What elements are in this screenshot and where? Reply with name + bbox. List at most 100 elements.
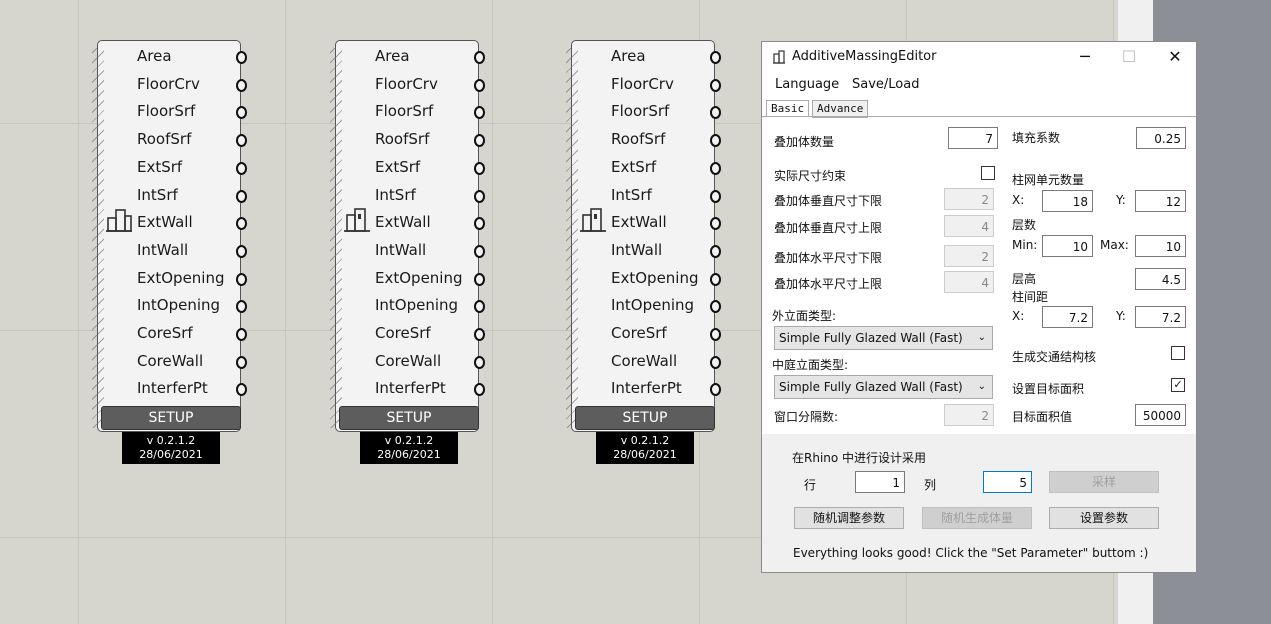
massing-component[interactable]: Area FloorCrv FloorSrf RoofSrf ExtSrf IntSrf E… <box>330 40 485 466</box>
title-bar[interactable]: AdditiveMassingEditor ─ ☐ ✕ <box>762 42 1196 72</box>
maximize-button[interactable]: ☐ <box>1106 42 1152 72</box>
core-label: 生成交通结构核 <box>1012 350 1097 364</box>
building-icon <box>579 206 607 234</box>
output-grip[interactable] <box>474 355 485 369</box>
output-grip[interactable] <box>474 217 485 231</box>
output-grip[interactable] <box>236 383 247 397</box>
setup-button[interactable]: SETUP <box>339 406 479 430</box>
output-grip[interactable] <box>236 51 247 64</box>
row-input[interactable]: 1 <box>855 471 905 493</box>
output-label: ExtOpening <box>137 268 225 287</box>
core-checkbox[interactable] <box>1171 346 1185 360</box>
output-grip[interactable] <box>236 134 247 148</box>
output-grip[interactable] <box>236 244 247 258</box>
fill-factor-input[interactable]: 0.25 <box>1136 127 1186 149</box>
output-grip[interactable] <box>474 328 485 341</box>
output-grip[interactable] <box>236 189 247 203</box>
floor-height-label: 层高 <box>1012 272 1037 286</box>
random-adjust-button[interactable]: 随机调整参数 <box>794 507 904 529</box>
output-grip[interactable] <box>474 78 485 92</box>
menu-save-load[interactable]: Save/Load <box>852 77 919 92</box>
output-label: IntSrf <box>611 185 652 204</box>
output-grip[interactable] <box>474 244 485 258</box>
output-grip[interactable] <box>474 106 485 120</box>
output-grip[interactable] <box>710 244 721 258</box>
floors-min-input[interactable]: 10 <box>1042 235 1093 257</box>
vmin-input[interactable]: 2 <box>944 188 994 210</box>
rhino-sampling-label: 在Rhino 中进行设计采用 <box>792 451 927 465</box>
spacing-x-input[interactable]: 7.2 <box>1042 306 1093 328</box>
facade-type-select[interactable]: Simple Fully Glazed Wall (Fast) ⌄ <box>774 326 993 350</box>
output-grip[interactable] <box>710 217 721 231</box>
set-parameter-button[interactable]: 设置参数 <box>1049 507 1159 529</box>
output-grip[interactable] <box>474 272 485 286</box>
close-button[interactable]: ✕ <box>1152 42 1198 72</box>
output-grip[interactable] <box>236 300 247 314</box>
output-grip[interactable] <box>236 355 247 369</box>
output-grip[interactable] <box>474 51 485 64</box>
building-icon <box>773 50 785 64</box>
output-grip[interactable] <box>710 106 721 120</box>
massing-component[interactable]: Area FloorCrv FloorSrf RoofSrf ExtSrf IntSrf E… <box>92 40 247 466</box>
output-grip[interactable] <box>710 161 721 175</box>
version-text: v 0.2.1.2 <box>146 434 196 447</box>
grid-x-input[interactable]: 18 <box>1042 190 1093 212</box>
setup-button[interactable]: SETUP <box>575 406 715 430</box>
sample-button[interactable]: 采样 <box>1049 471 1159 493</box>
output-label: ExtWall <box>611 213 667 232</box>
window-title: AdditiveMassingEditor <box>792 49 937 64</box>
output-grip[interactable] <box>474 383 485 397</box>
output-label: ExtSrf <box>137 157 183 176</box>
column-input[interactable]: 5 <box>983 471 1032 493</box>
additive-massing-editor-window[interactable]: AdditiveMassingEditor ─ ☐ ✕ Language Sav… <box>761 41 1197 573</box>
menu-language[interactable]: Language <box>775 77 839 92</box>
grid-y-input[interactable]: 12 <box>1135 190 1186 212</box>
output-grip[interactable] <box>474 161 485 175</box>
output-grip[interactable] <box>236 106 247 120</box>
output-grip[interactable] <box>474 189 485 203</box>
minimize-button[interactable]: ─ <box>1062 42 1108 72</box>
mass-count-input[interactable]: 7 <box>948 127 998 149</box>
output-grip[interactable] <box>474 134 485 148</box>
tab-basic[interactable]: Basic <box>766 100 810 117</box>
output-grip[interactable] <box>236 272 247 286</box>
row-label: 行 <box>804 478 817 492</box>
spacing-y-input[interactable]: 7.2 <box>1135 306 1186 328</box>
target-value-input[interactable]: 50000 <box>1135 404 1186 426</box>
actual-size-checkbox[interactable] <box>981 166 995 180</box>
output-grip[interactable] <box>710 355 721 369</box>
input-edge <box>566 48 578 428</box>
output-grip[interactable] <box>710 51 721 64</box>
output-label: IntWall <box>611 240 663 259</box>
output-grip[interactable] <box>710 383 721 397</box>
output-grip[interactable] <box>710 328 721 341</box>
component-body[interactable] <box>335 40 479 432</box>
output-grip[interactable] <box>710 300 721 314</box>
column-label: 列 <box>924 478 937 492</box>
output-grip[interactable] <box>710 272 721 286</box>
output-grip[interactable] <box>236 161 247 175</box>
output-grip[interactable] <box>236 78 247 92</box>
output-grip[interactable] <box>236 328 247 341</box>
hmax-input[interactable]: 4 <box>944 271 994 293</box>
status-message: Everything looks good! Click the "Set Pa… <box>793 546 1149 560</box>
floors-max-input[interactable]: 10 <box>1135 235 1186 257</box>
output-grip[interactable] <box>236 217 247 231</box>
output-label: Area <box>375 47 410 65</box>
window-division-input[interactable]: 2 <box>944 404 994 426</box>
output-grip[interactable] <box>474 300 485 314</box>
target-area-checkbox[interactable]: ✓ <box>1171 378 1185 392</box>
floor-height-input[interactable]: 4.5 <box>1135 268 1186 290</box>
component-body[interactable] <box>571 40 715 432</box>
output-grip[interactable] <box>710 134 721 148</box>
component-body[interactable] <box>97 40 241 432</box>
vmax-input[interactable]: 4 <box>944 215 994 237</box>
output-grip[interactable] <box>710 189 721 203</box>
hmin-input[interactable]: 2 <box>944 245 994 267</box>
massing-component[interactable]: Area FloorCrv FloorSrf RoofSrf ExtSrf IntSrf E… <box>566 40 721 466</box>
output-label: ExtSrf <box>611 157 657 176</box>
output-grip[interactable] <box>710 78 721 92</box>
atrium-type-select[interactable]: Simple Fully Glazed Wall (Fast) ⌄ <box>774 375 993 399</box>
setup-button[interactable]: SETUP <box>101 406 241 430</box>
random-generate-button[interactable]: 随机生成体量 <box>922 507 1032 529</box>
